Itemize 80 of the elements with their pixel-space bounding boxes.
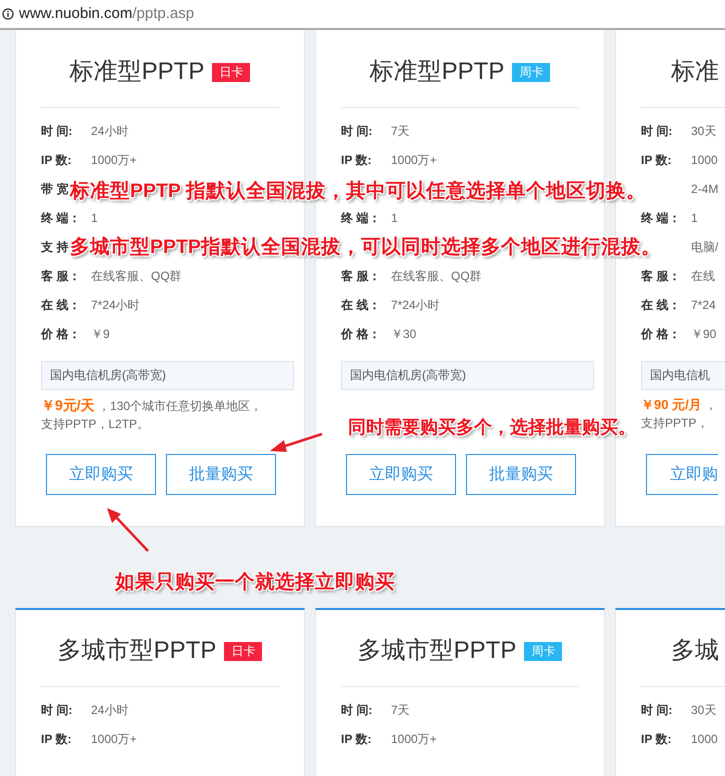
spec-value: 7*24 bbox=[691, 296, 716, 314]
spec-value: 24小时 bbox=[91, 702, 128, 718]
spec-label: 时 间: bbox=[341, 124, 372, 138]
annotation-text: 多城市型PPTP指默认全国混拔，可以同时选择多个地区进行混拔。 bbox=[70, 235, 661, 260]
price-note: ￥9元/天 ，130个城市任意切换单地区，支持PPTP，L2TP。 bbox=[41, 396, 264, 432]
spec-label: 终 端： bbox=[641, 210, 680, 224]
product-title: 多城市型PPTP bbox=[358, 636, 516, 666]
period-badge: 日卡 bbox=[224, 642, 262, 660]
spec-value: 1 bbox=[691, 210, 698, 226]
buy-button[interactable]: 立即购买 bbox=[46, 454, 156, 495]
spec-value: 1 bbox=[391, 210, 398, 226]
spec-value: 在线客服、QQ群 bbox=[91, 268, 182, 284]
spec-label: 时 间: bbox=[641, 702, 672, 716]
spec-value: 7*24小时 bbox=[391, 296, 440, 314]
buy-button[interactable]: 立即购买 bbox=[346, 454, 456, 495]
spec-label: 时 间: bbox=[641, 124, 672, 138]
spec-label: 在 线： bbox=[41, 298, 80, 312]
product-title: 标准型PPTP bbox=[70, 57, 204, 87]
annotation-text: 标准型PPTP 指默认全国混拔，其中可以任意选择单个地区切换。 bbox=[70, 179, 646, 204]
spec-value: 2-4M bbox=[691, 180, 718, 198]
spec-label: IP 数: bbox=[341, 732, 372, 746]
spec-label: 价 格： bbox=[341, 326, 380, 340]
spec-value: 24小时 bbox=[91, 122, 128, 140]
location-box: 国内电信机房(高带宽) bbox=[41, 361, 294, 390]
spec-label: 时 间: bbox=[41, 124, 72, 138]
spec-label: IP 数: bbox=[641, 732, 672, 746]
spec-label: IP 数: bbox=[41, 152, 72, 166]
spec-value: 1000万+ bbox=[91, 730, 137, 748]
spec-value: 30天 bbox=[691, 122, 716, 140]
arrow bbox=[270, 432, 322, 452]
product-title: 标准 bbox=[671, 57, 719, 87]
buy-button[interactable]: 批量购买 bbox=[466, 454, 576, 495]
spec-label: 在 线： bbox=[641, 298, 680, 312]
price-note: ￥90 元/月 ，支持PPTP， bbox=[641, 396, 718, 432]
product-title: 多城市型PPTP bbox=[58, 636, 216, 666]
spec-label: 价 格： bbox=[41, 326, 80, 340]
spec-value: 30天 bbox=[691, 702, 716, 718]
spec-label: 支 持 bbox=[41, 240, 68, 254]
location-box: 国内电信机 bbox=[641, 361, 725, 390]
spec-value: ￥90 bbox=[691, 326, 716, 342]
spec-value: 电脑/ bbox=[691, 238, 718, 256]
arrow bbox=[107, 508, 149, 552]
spec-value: 7天 bbox=[391, 122, 410, 140]
spec-label: IP 数: bbox=[41, 732, 72, 746]
spec-value: 在线客服、QQ群 bbox=[391, 268, 482, 284]
product-title: 标准型PPTP bbox=[370, 57, 504, 87]
spec-label: IP 数: bbox=[341, 152, 372, 166]
spec-label: 客 服： bbox=[341, 268, 380, 282]
info-icon bbox=[2, 8, 14, 20]
spec-value: 1000 bbox=[691, 152, 718, 168]
product-title: 多城 bbox=[671, 636, 719, 666]
spec-label: 客 服： bbox=[641, 268, 680, 282]
spec-value: 1000万+ bbox=[91, 152, 137, 168]
period-badge: 日卡 bbox=[212, 62, 250, 82]
spec-value: 1000万+ bbox=[391, 152, 437, 168]
annotation-text: 同时需要购买多个，选择批量购买。 bbox=[348, 416, 636, 439]
location-box: 国内电信机房(高带宽) bbox=[341, 361, 594, 390]
spec-label: 时 间: bbox=[41, 702, 72, 716]
spec-value: ￥30 bbox=[391, 326, 416, 342]
spec-label: 客 服： bbox=[41, 268, 80, 282]
spec-label: IP 数: bbox=[641, 152, 672, 166]
spec-value: 1 bbox=[91, 210, 98, 226]
period-badge: 周卡 bbox=[524, 642, 562, 660]
annotation-text: 如果只购买一个就选择立即购买 bbox=[115, 570, 395, 595]
spec-label: 时 间: bbox=[341, 702, 372, 716]
spec-label: 终 端： bbox=[41, 210, 80, 224]
spec-label: 在 线： bbox=[341, 298, 380, 312]
spec-value: 7天 bbox=[391, 702, 410, 718]
spec-value: 7*24小时 bbox=[91, 296, 140, 314]
spec-value: 1000 bbox=[691, 730, 718, 748]
spec-value: 1000万+ bbox=[391, 730, 437, 748]
spec-label: 带 宽 bbox=[41, 182, 68, 196]
buy-button[interactable]: 批量购买 bbox=[166, 454, 276, 495]
spec-label: 价 格： bbox=[641, 326, 680, 340]
spec-value: ￥9 bbox=[91, 326, 110, 342]
spec-label: 终 端： bbox=[341, 210, 380, 224]
spec-value: 在线 bbox=[691, 268, 715, 284]
buy-button[interactable]: 立即购 bbox=[646, 454, 718, 495]
period-badge: 周卡 bbox=[512, 62, 550, 82]
url-text[interactable]: www.nuobin.com/pptp.asp bbox=[19, 2, 194, 26]
